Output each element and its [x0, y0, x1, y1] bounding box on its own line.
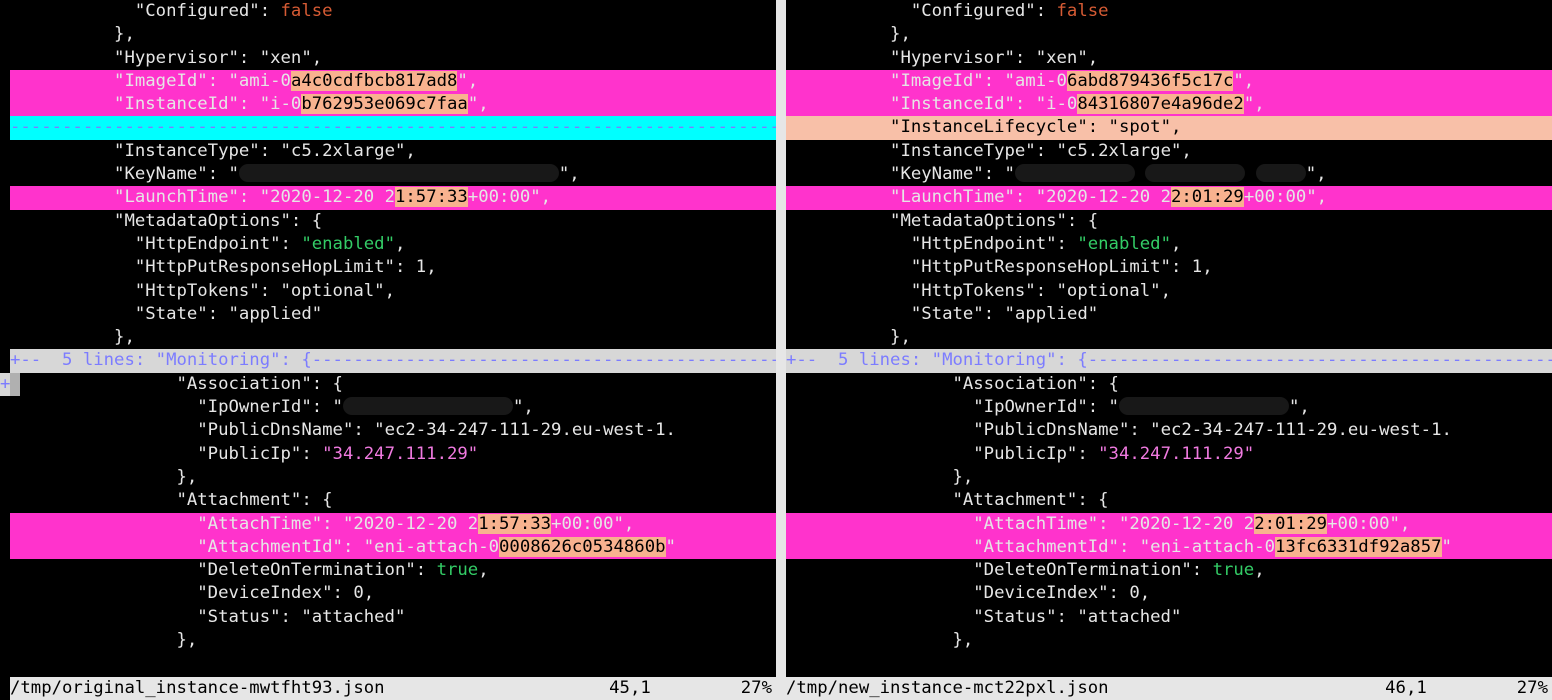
right-content[interactable]: "Configured": false }, "Hypervisor": "xe… [786, 0, 1552, 677]
fold-gutter: + [0, 0, 10, 700]
json-key: "HttpTokens" [911, 281, 1036, 301]
redacted-text [1145, 164, 1245, 182]
split-divider[interactable] [776, 0, 786, 700]
right-filename: /tmp/new_instance-mct22pxl.json [786, 677, 1109, 700]
json-string: "optional" [281, 281, 385, 301]
json-key: "Association" [176, 374, 311, 394]
json-number: 1 [1192, 257, 1202, 277]
json-string: "attached" [301, 607, 405, 627]
json-string: "34.247.111.29" [1098, 444, 1254, 464]
json-key: "Configured" [135, 1, 260, 21]
json-string: "c5.2xlarge" [1057, 141, 1182, 161]
json-key: "Attachment" [176, 490, 301, 510]
right-status-bar: /tmp/new_instance-mct22pxl.json 46,1 27% [786, 677, 1552, 700]
json-key: "MetadataOptions" [114, 211, 291, 231]
json-string: "applied" [229, 304, 323, 324]
diff-line: "ImageId": "ami-0a4c0cdfbcb817ad8", [10, 70, 776, 93]
json-key: "IpOwnerId" [973, 397, 1087, 417]
diff-line: "AttachmentId": "eni-attach-013fc6331df9… [786, 536, 1552, 559]
json-key: "HttpPutResponseHopLimit" [911, 257, 1171, 277]
json-key: "InstanceType" [114, 141, 260, 161]
json-string: "optional" [1057, 281, 1161, 301]
left-percent: 27% [651, 677, 776, 700]
json-number: 1 [416, 257, 426, 277]
redacted-text [1119, 397, 1289, 415]
json-key: "DeviceIndex" [973, 583, 1108, 603]
diff-line: "LaunchTime": "2020-12-20 22:01:29+00:00… [786, 186, 1552, 209]
json-key: "PublicIp" [197, 444, 301, 464]
json-bool: true [1213, 560, 1255, 580]
json-string: "34.247.111.29" [322, 444, 478, 464]
json-key: "Association" [952, 374, 1087, 394]
left-pane[interactable]: "Configured": false }, "Hypervisor": "xe… [10, 0, 776, 700]
json-key: "HttpTokens" [135, 281, 260, 301]
redacted-text [1256, 164, 1306, 182]
left-status-bar: /tmp/original_instance-mwtfht93.json 45,… [10, 677, 776, 700]
json-key: "State" [135, 304, 208, 324]
json-bool: false [1057, 1, 1109, 21]
diff-added-line: "InstanceLifecycle": "spot", [786, 116, 1552, 139]
json-string: "xen" [1036, 48, 1088, 68]
json-string: "enabled" [1077, 234, 1171, 254]
json-key: "DeleteOnTermination" [973, 560, 1192, 580]
json-key: "HttpEndpoint" [135, 234, 281, 254]
json-key: "PublicIp" [973, 444, 1077, 464]
left-cursor-pos: 45,1 [609, 677, 651, 700]
left-filename: /tmp/original_instance-mwtfht93.json [10, 677, 385, 700]
redacted-text [239, 164, 559, 182]
json-key: "DeviceIndex" [197, 583, 332, 603]
json-string: "enabled" [301, 234, 395, 254]
diff-line: "LaunchTime": "2020-12-20 21:57:33+00:00… [10, 186, 776, 209]
json-string: "ec2-34-247-111-29.eu-west-1. [374, 420, 676, 440]
diff-line: "InstanceId": "i-084316807e4a96de2", [786, 93, 1552, 116]
json-key: "DeleteOnTermination" [197, 560, 416, 580]
json-key: "InstanceType" [890, 141, 1036, 161]
json-key: "PublicDnsName" [973, 420, 1129, 440]
json-key: "HttpPutResponseHopLimit" [135, 257, 395, 277]
diff-line: "ImageId": "ami-06abd879436f5c17c", [786, 70, 1552, 93]
json-string: "applied" [1005, 304, 1099, 324]
diff-filler-line: ----------------------------------------… [10, 116, 776, 139]
json-key: "Hypervisor" [114, 48, 239, 68]
json-string: "attached" [1077, 607, 1181, 627]
json-key: "KeyName" [114, 164, 208, 184]
json-key: "Configured" [911, 1, 1036, 21]
json-key: "IpOwnerId" [197, 397, 311, 417]
cursor-line: "Association": { [10, 373, 776, 396]
fold-marker-icon[interactable]: + [0, 373, 10, 396]
json-key: "Attachment" [952, 490, 1077, 510]
left-content[interactable]: "Configured": false }, "Hypervisor": "xe… [10, 0, 776, 677]
json-key: "HttpEndpoint" [911, 234, 1057, 254]
json-number: 0 [1129, 583, 1139, 603]
json-number: 0 [353, 583, 363, 603]
json-key: "Hypervisor" [890, 48, 1015, 68]
json-key: "Status" [197, 607, 280, 627]
json-key: "PublicDnsName" [197, 420, 353, 440]
json-string: "c5.2xlarge" [281, 141, 406, 161]
json-string: "ec2-34-247-111-29.eu-west-1. [1150, 420, 1452, 440]
diff-line: "AttachTime": "2020-12-20 22:01:29+00:00… [786, 513, 1552, 536]
diff-line: "AttachTime": "2020-12-20 21:57:33+00:00… [10, 513, 776, 536]
json-key: "Status" [973, 607, 1056, 627]
json-string: "xen" [260, 48, 312, 68]
diff-line: "AttachmentId": "eni-attach-00008626c053… [10, 536, 776, 559]
fold-line[interactable]: +-- 5 lines: "Monitoring": {------------… [10, 349, 776, 372]
right-cursor-pos: 46,1 [1385, 677, 1427, 700]
json-bool: true [437, 560, 479, 580]
right-pane[interactable]: "Configured": false }, "Hypervisor": "xe… [786, 0, 1552, 700]
diff-line: "InstanceId": "i-0b762953e069c7faa", [10, 93, 776, 116]
vimdiff-window: + "Configured": false }, "Hypervisor": "… [0, 0, 1552, 700]
right-percent: 27% [1427, 677, 1552, 700]
json-bool: false [281, 1, 333, 21]
json-key: "KeyName" [890, 164, 984, 184]
fold-line[interactable]: +-- 5 lines: "Monitoring": {------------… [786, 349, 1552, 372]
json-key: "MetadataOptions" [890, 211, 1067, 231]
redacted-text [1015, 164, 1135, 182]
json-key: "State" [911, 304, 984, 324]
redacted-text [343, 397, 513, 415]
